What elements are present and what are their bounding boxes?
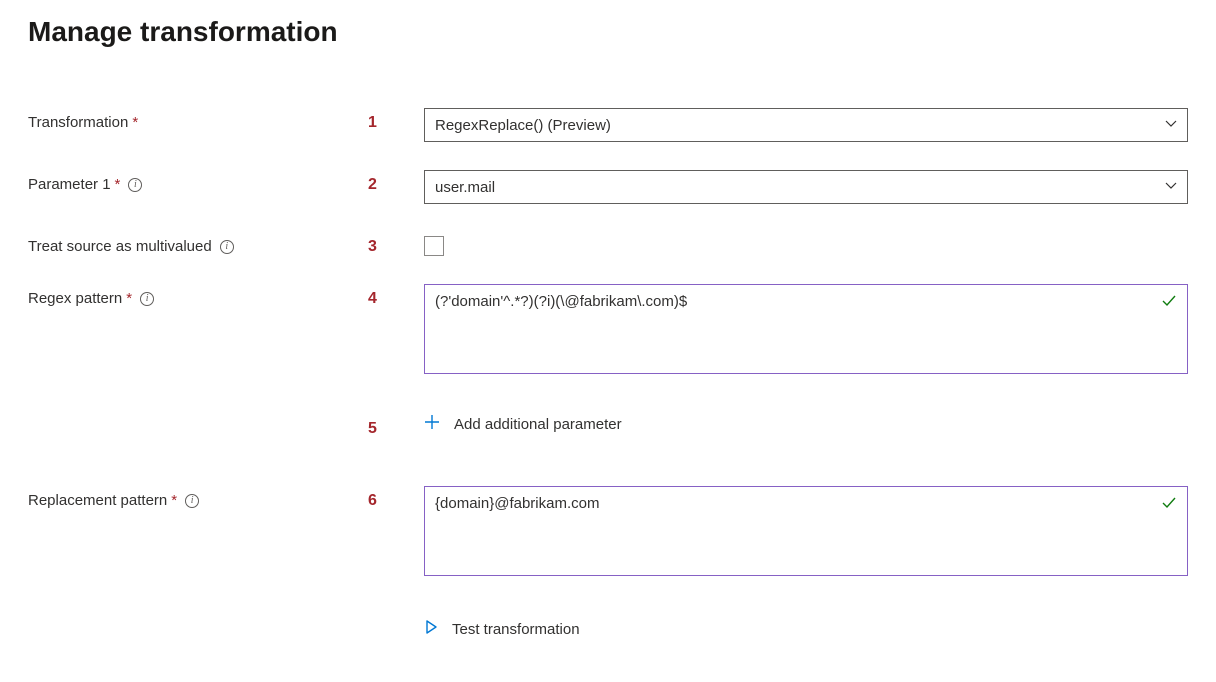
link-text: Test transformation — [452, 621, 580, 638]
transformation-dropdown[interactable]: RegexReplace() (Preview) — [424, 108, 1188, 142]
label-text: Replacement pattern — [28, 492, 167, 509]
link-text: Add additional parameter — [454, 416, 622, 433]
label-text: Parameter 1 — [28, 176, 111, 193]
step-number-5: 5 — [368, 414, 424, 438]
textarea-value: {domain}@fabrikam.com — [435, 495, 1151, 512]
step-number-3: 3 — [368, 232, 424, 256]
row-replacement: Replacement pattern * i 6 {domain}@fabri… — [28, 486, 1188, 576]
multivalued-checkbox[interactable] — [424, 236, 444, 256]
label-text: Regex pattern — [28, 290, 122, 307]
label-replacement: Replacement pattern * i — [28, 486, 368, 509]
required-star: * — [171, 492, 177, 509]
label-empty — [28, 414, 368, 420]
parameter1-dropdown[interactable]: user.mail — [424, 170, 1188, 204]
label-regex: Regex pattern * i — [28, 284, 368, 307]
label-empty — [28, 620, 368, 626]
checkmark-icon — [1161, 495, 1177, 516]
step-number-2: 2 — [368, 170, 424, 194]
row-transformation: Transformation * 1 RegexReplace() (Previ… — [28, 108, 1188, 142]
add-parameter-button[interactable]: Add additional parameter — [424, 414, 1188, 434]
chevron-down-icon — [1165, 117, 1177, 134]
label-multivalued: Treat source as multivalued i — [28, 232, 368, 255]
step-number-1: 1 — [368, 108, 424, 132]
replacement-pattern-input[interactable]: {domain}@fabrikam.com — [424, 486, 1188, 576]
page-title: Manage transformation — [28, 16, 1188, 48]
row-test: Test transformation — [28, 620, 1188, 638]
row-regex: Regex pattern * i 4 (?'domain'^.*?)(?i)(… — [28, 284, 1188, 374]
label-transformation: Transformation * — [28, 108, 368, 131]
play-icon — [424, 620, 438, 638]
info-icon[interactable]: i — [220, 240, 234, 254]
test-transformation-button[interactable]: Test transformation — [424, 620, 1188, 638]
row-parameter1: Parameter 1 * i 2 user.mail — [28, 170, 1188, 204]
required-star: * — [126, 290, 132, 307]
textarea-value: (?'domain'^.*?)(?i)(\@fabrikam\.com)$ — [435, 293, 1151, 310]
row-multivalued: Treat source as multivalued i 3 — [28, 232, 1188, 256]
row-add-param: 5 Add additional parameter — [28, 414, 1188, 438]
dropdown-value: RegexReplace() (Preview) — [435, 117, 611, 134]
info-icon[interactable]: i — [128, 178, 142, 192]
chevron-down-icon — [1165, 179, 1177, 196]
label-text: Transformation — [28, 114, 128, 131]
plus-icon — [424, 414, 440, 434]
info-icon[interactable]: i — [185, 494, 199, 508]
label-parameter1: Parameter 1 * i — [28, 170, 368, 193]
step-number-empty — [368, 620, 424, 626]
regex-pattern-input[interactable]: (?'domain'^.*?)(?i)(\@fabrikam\.com)$ — [424, 284, 1188, 374]
label-text: Treat source as multivalued — [28, 238, 212, 255]
required-star: * — [115, 176, 121, 193]
step-number-6: 6 — [368, 486, 424, 510]
dropdown-value: user.mail — [435, 179, 495, 196]
info-icon[interactable]: i — [140, 292, 154, 306]
checkmark-icon — [1161, 293, 1177, 314]
step-number-4: 4 — [368, 284, 424, 308]
required-star: * — [132, 114, 138, 131]
